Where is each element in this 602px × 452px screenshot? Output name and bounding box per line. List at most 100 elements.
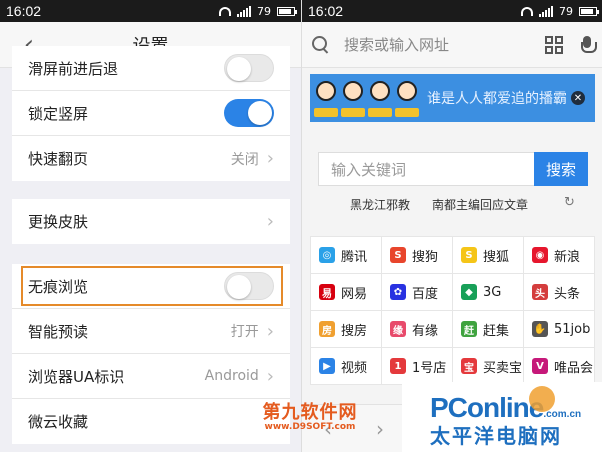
site-label: 赶集 bbox=[483, 323, 510, 339]
setting-change-skin[interactable]: 更换皮肤 › bbox=[12, 199, 290, 244]
site-label: 腾讯 bbox=[341, 249, 368, 265]
site-shortcut[interactable]: 赶赶集 bbox=[453, 311, 524, 348]
close-icon[interactable]: ✕ bbox=[571, 91, 585, 105]
hot-keyword-link[interactable]: 南都主编回应文章 bbox=[432, 196, 528, 213]
maimaibao-icon: 宝 bbox=[461, 358, 477, 374]
setting-swipe-nav[interactable]: 滑屏前进后退 bbox=[12, 46, 290, 91]
site-shortcut[interactable]: ✿ 百度 bbox=[382, 274, 453, 311]
setting-label: 快速翻页 bbox=[28, 150, 89, 168]
wifi-icon bbox=[219, 6, 231, 16]
banner-text: 谁是人人都爱追的播霸 bbox=[427, 91, 567, 107]
site-label: 头条 bbox=[554, 286, 581, 302]
battery-level: 79 bbox=[257, 4, 271, 18]
soufun-icon: 房 bbox=[319, 321, 335, 337]
site-shortcut[interactable]: ◆ 3G bbox=[453, 274, 524, 311]
site-shortcut[interactable]: S 搜狗 bbox=[382, 237, 453, 274]
site-label: 1号店 bbox=[412, 360, 447, 376]
hot-keywords: 黑龙江邪教 南都主编回应文章 ↻ bbox=[302, 195, 602, 214]
site-label: 搜狗 bbox=[412, 249, 439, 265]
site-label: 唯品会 bbox=[554, 360, 594, 376]
cartoon-character-image bbox=[395, 77, 419, 119]
site-shortcut[interactable]: ◎ 腾讯 bbox=[311, 237, 382, 274]
baidu-icon: ✿ bbox=[390, 284, 406, 300]
ganji-icon: 赶 bbox=[461, 321, 477, 337]
wifi-icon bbox=[521, 6, 533, 16]
d9soft-watermark: 第九软件网 www.D9SOFT.com bbox=[250, 398, 370, 432]
status-time: 16:02 bbox=[6, 3, 42, 19]
signal-icon bbox=[539, 5, 553, 17]
signal-icon bbox=[237, 5, 251, 17]
status-bar: 16:02 79 bbox=[302, 0, 602, 22]
site-label: 网易 bbox=[341, 286, 368, 302]
site-shortcut[interactable]: 1 1号店 bbox=[382, 348, 453, 385]
youyuan-icon: 缘 bbox=[390, 321, 406, 337]
forward-icon[interactable]: › bbox=[376, 417, 384, 441]
setting-lock-portrait[interactable]: 锁定竖屏 bbox=[12, 91, 290, 136]
site-label: 有缘 bbox=[412, 323, 439, 339]
chevron-right-icon: › bbox=[266, 320, 274, 342]
settings-group-gestures: 滑屏前进后退 锁定竖屏 快速翻页 关闭 › bbox=[12, 46, 290, 181]
setting-user-agent[interactable]: 浏览器UA标识 Android › bbox=[12, 354, 290, 399]
video-icon: ▶ bbox=[319, 358, 335, 374]
address-bar[interactable]: 搜索或输入网址 bbox=[302, 22, 602, 68]
chevron-right-icon: › bbox=[266, 148, 274, 169]
vip-icon: V bbox=[532, 358, 548, 374]
microphone-icon[interactable] bbox=[581, 35, 597, 54]
site-shortcut[interactable]: 易网易 bbox=[311, 274, 382, 311]
site-label: 买卖宝 bbox=[483, 360, 523, 376]
refresh-icon[interactable]: ↻ bbox=[564, 195, 575, 210]
cartoon-character-image bbox=[368, 77, 392, 119]
sohu-icon: S bbox=[461, 247, 477, 263]
netease-icon: 易 bbox=[319, 284, 335, 300]
site-label: 百度 bbox=[412, 286, 439, 302]
site-label: 搜房 bbox=[341, 323, 368, 339]
tencent-icon: ◎ bbox=[319, 247, 335, 263]
status-bar: 16:02 79 bbox=[0, 0, 301, 22]
pconline-logo-icon bbox=[529, 386, 555, 412]
battery-level: 79 bbox=[559, 4, 573, 18]
setting-label: 滑屏前进后退 bbox=[28, 59, 119, 78]
incognito-highlight-box bbox=[21, 266, 283, 306]
banner-characters bbox=[310, 77, 419, 119]
site-shortcut[interactable]: V 唯品会 bbox=[524, 348, 595, 385]
site-label: 新浪 bbox=[554, 249, 581, 265]
swipe-nav-toggle[interactable] bbox=[224, 54, 274, 82]
site-shortcut[interactable]: 缘有缘 bbox=[382, 311, 453, 348]
site-shortcut[interactable]: ◉ 新浪 bbox=[524, 237, 595, 274]
search-button[interactable]: 搜索 bbox=[534, 152, 588, 186]
setting-smart-preload[interactable]: 智能预读 打开 › bbox=[12, 309, 290, 354]
setting-label: 浏览器UA标识 bbox=[28, 367, 125, 386]
keyword-search: 输入关键词 搜索 bbox=[318, 152, 588, 186]
setting-weiyun-favorites[interactable]: 微云收藏 bbox=[12, 399, 290, 444]
keyword-input[interactable]: 输入关键词 bbox=[318, 152, 534, 186]
site-shortcut[interactable]: ▶ 视频 bbox=[311, 348, 382, 385]
settings-group-skin: 更换皮肤 › bbox=[12, 199, 290, 244]
watermark-brand-cn: 太平洋电脑网 bbox=[430, 424, 562, 448]
qr-scan-icon[interactable] bbox=[545, 35, 563, 54]
cartoon-character-image bbox=[341, 77, 365, 119]
site-shortcut[interactable]: ✋ 51job bbox=[524, 311, 595, 348]
status-icons: 79 bbox=[219, 4, 297, 18]
site-shortcut[interactable]: S 搜狐 bbox=[453, 237, 524, 274]
hot-keyword-link[interactable]: 黑龙江邪教 bbox=[350, 196, 410, 213]
status-time: 16:02 bbox=[308, 3, 344, 19]
site-label: 视频 bbox=[341, 360, 368, 376]
site-shortcut[interactable]: 宝买卖宝 bbox=[453, 348, 524, 385]
setting-value: 关闭 bbox=[230, 151, 259, 168]
setting-label: 智能预读 bbox=[28, 322, 89, 341]
toutiao-icon: 头 bbox=[532, 284, 548, 300]
site-shortcut[interactable]: 头头条 bbox=[524, 274, 595, 311]
cartoon-character-image bbox=[314, 77, 338, 119]
promo-banner[interactable]: 谁是人人都爱追的播霸 ✕ bbox=[310, 74, 595, 122]
51job-icon: ✋ bbox=[532, 321, 548, 337]
search-icon bbox=[312, 35, 330, 54]
site-shortcut[interactable]: 房搜房 bbox=[311, 311, 382, 348]
lock-portrait-toggle[interactable] bbox=[224, 99, 274, 127]
yhd-icon: 1 bbox=[390, 358, 406, 374]
setting-quick-page[interactable]: 快速翻页 关闭 › bbox=[12, 136, 290, 181]
setting-value: 打开 bbox=[230, 324, 259, 340]
status-icons: 79 bbox=[521, 4, 599, 18]
setting-label: 微云收藏 bbox=[28, 413, 89, 431]
watermark-url: www.D9SOFT.com bbox=[264, 422, 356, 432]
pconline-watermark: PConline.com.cn 太平洋电脑网 bbox=[402, 382, 602, 452]
